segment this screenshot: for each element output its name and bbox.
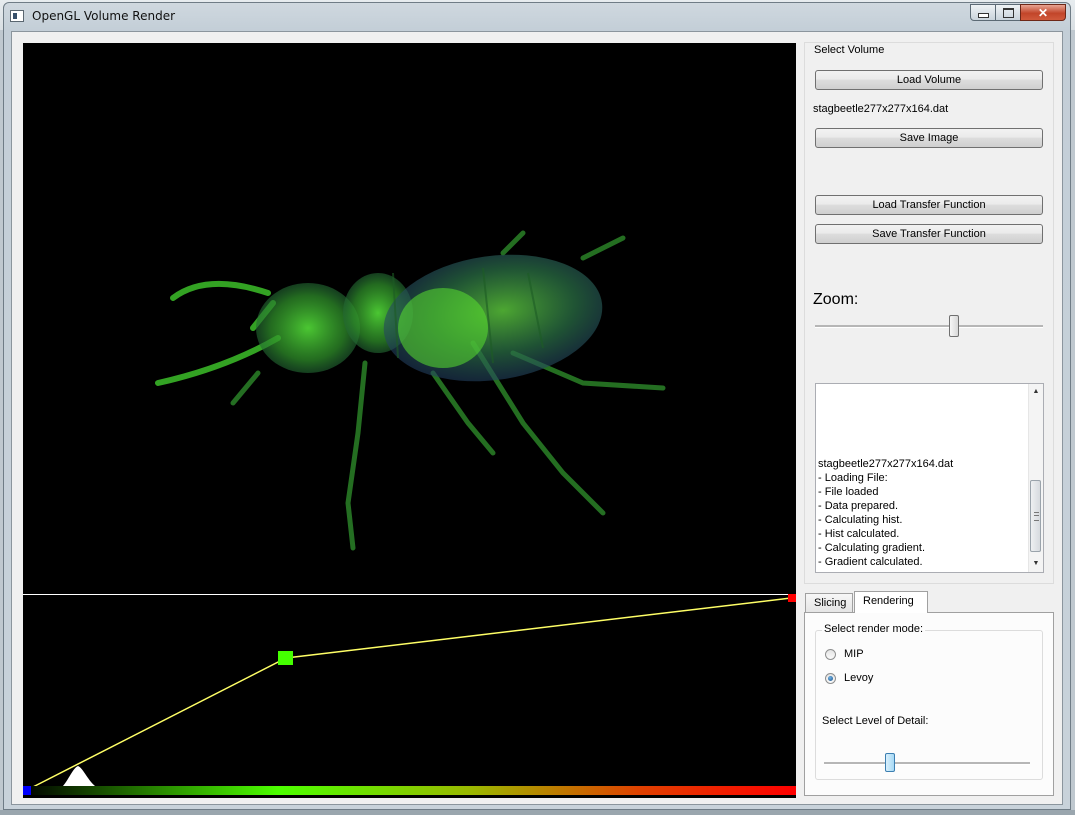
levoy-label[interactable]: Levoy [844,672,873,684]
log-line: - Calculating hist. [818,514,903,526]
zoom-slider-track[interactable] [815,325,1043,328]
stag-beetle-render [155,230,666,551]
lod-slider-track[interactable] [824,762,1030,765]
log-line: - Gradient calculated. [818,556,923,568]
log-line: - Hist calculated. [818,528,900,540]
zoom-label: Zoom: [813,291,859,308]
save-transfer-function-button[interactable]: Save Transfer Function [815,224,1043,244]
taskbar-edge [0,810,1075,815]
client-area: Select Volume Load Volume stagbeetle277x… [11,31,1063,805]
minimize-button[interactable] [970,4,996,21]
select-volume-title: Select Volume [812,44,887,56]
log-line: - File loaded [818,486,879,498]
transfer-function-plot [23,593,796,795]
load-transfer-function-button[interactable]: Load Transfer Function [815,195,1043,215]
grip-icon [1034,512,1039,521]
log-line: - Data prepared. [818,500,899,512]
close-button[interactable]: ✕ [1020,4,1066,21]
tf-color-bar [23,786,796,795]
transfer-function-editor[interactable] [23,593,796,798]
log-textbox[interactable]: stagbeetle277x277x164.dat - Loading File:… [815,383,1044,573]
tab-slicing[interactable]: Slicing [805,593,853,613]
volume-render-canvas[interactable] [23,43,796,594]
tf-node-red[interactable] [788,594,796,602]
lod-label: Select Level of Detail: [822,715,929,727]
volume-filename: stagbeetle277x277x164.dat [813,103,949,115]
zoom-slider-thumb[interactable] [949,315,959,337]
lod-slider-thumb[interactable] [885,753,895,772]
log-line: - Calculating gradient. [818,542,926,554]
load-volume-button[interactable]: Load Volume [815,70,1043,90]
app-window: OpenGL Volume Render ✕ Select Volume Loa… [3,2,1071,810]
scroll-down-icon[interactable]: ▼ [1029,556,1043,572]
log-line: stagbeetle277x277x164.dat [818,458,954,470]
save-image-button[interactable]: Save Image [815,128,1043,148]
scroll-up-icon[interactable]: ▲ [1029,384,1043,400]
window-title: OpenGL Volume Render [32,9,176,23]
levoy-radio[interactable] [825,673,836,684]
scroll-thumb[interactable] [1030,480,1041,552]
log-line: - Loading File: [818,472,888,484]
title-bar: OpenGL Volume Render ✕ [4,3,1070,31]
maximize-icon [1002,7,1014,18]
tab-rendering[interactable]: Rendering [854,591,928,613]
close-icon: ✕ [1037,5,1049,20]
log-lines: stagbeetle277x277x164.dat - Loading File:… [818,457,1028,569]
tf-node-green[interactable] [278,651,293,665]
tf-curve [28,597,792,790]
mip-label[interactable]: MIP [844,648,864,660]
log-scrollbar[interactable]: ▲ ▼ [1028,384,1043,572]
app-icon [10,10,24,22]
mip-radio[interactable] [825,649,836,660]
render-mode-title: Select render mode: [822,623,926,635]
tf-node-blue[interactable] [23,786,31,795]
maximize-button[interactable] [995,4,1021,21]
minimize-icon [977,12,989,18]
